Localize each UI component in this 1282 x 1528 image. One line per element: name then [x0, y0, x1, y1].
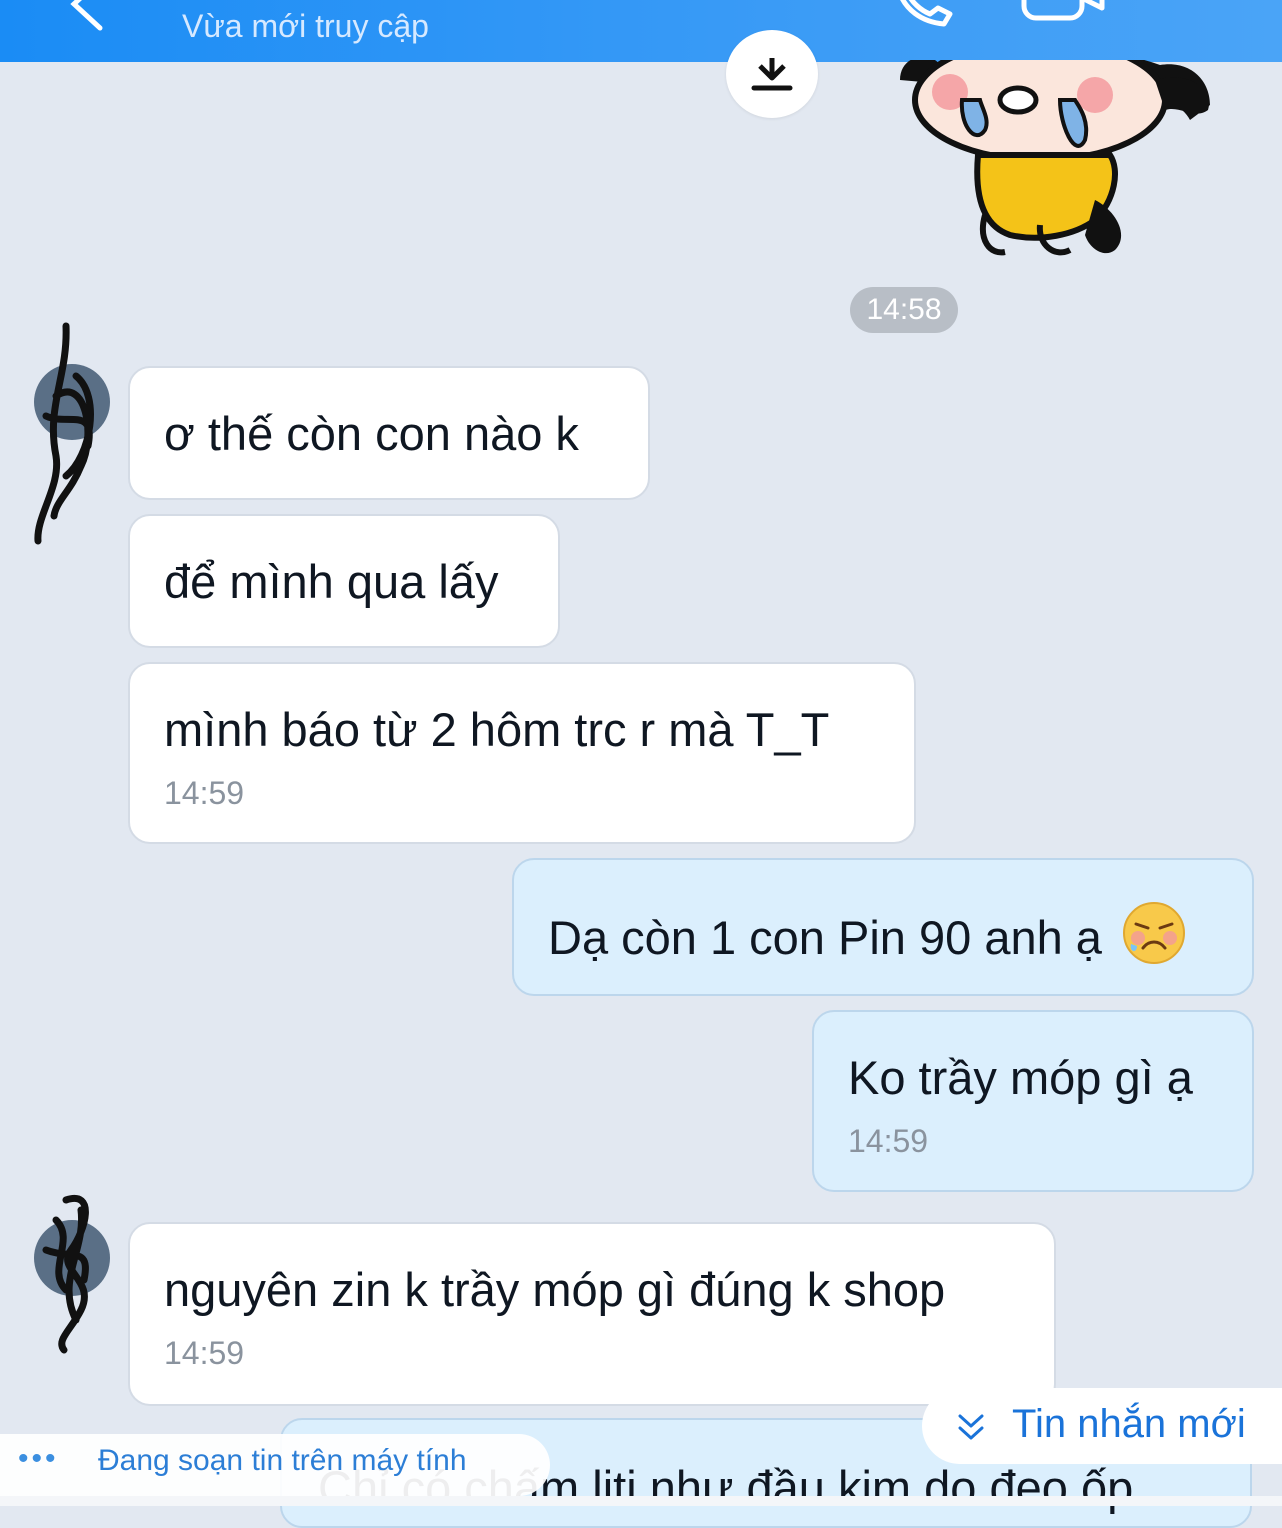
scribble-redaction [42, 1194, 89, 1354]
timestamp-divider: 14:58 [850, 287, 958, 333]
crying-sticker[interactable] [890, 60, 1220, 270]
menu-icon[interactable] [1160, 0, 1240, 24]
typing-indicator: ••• Đang soạn tin trên máy tính [0, 1434, 550, 1496]
sad-face-emoji-icon [1123, 902, 1186, 964]
new-messages-label: Tin nhắn mới [1012, 1402, 1246, 1446]
message-text-content: Dạ còn 1 con Pin 90 anh ạ [548, 911, 1102, 964]
download-icon [751, 58, 793, 91]
message-text: nguyên zin k trầy móp gì đúng k shop [164, 1263, 946, 1316]
video-call-icon[interactable] [1018, 0, 1108, 24]
typing-label: Đang soạn tin trên máy tính [98, 1444, 467, 1477]
chat-header: Vừa mới truy cập [0, 0, 1282, 62]
scribble-redaction [34, 322, 94, 545]
message-bubble[interactable]: để mình qua lấy [128, 514, 560, 648]
message-text: ơ thế còn con nào k [164, 407, 579, 460]
message-time: 14:59 [164, 775, 245, 811]
new-messages-button[interactable]: Tin nhắn mới [922, 1388, 1282, 1464]
typing-dots-icon: ••• [18, 1442, 59, 1475]
message-bubble[interactable]: ơ thế còn con nào k [128, 366, 650, 500]
contact-status: Vừa mới truy cập [182, 8, 429, 44]
message-bubble[interactable]: Ko trầy móp gì ạ 14:59 [812, 1010, 1254, 1192]
double-chevron-down-icon [958, 1414, 984, 1440]
message-time: 14:59 [164, 1335, 245, 1371]
back-arrow-icon[interactable] [60, 0, 120, 40]
bottom-edge [0, 1496, 1282, 1506]
download-button[interactable] [726, 30, 818, 118]
message-text: để mình qua lấy [164, 555, 499, 608]
avatar[interactable] [34, 1194, 110, 1354]
avatar[interactable] [34, 322, 110, 545]
message-bubble[interactable]: mình báo từ 2 hôm trc r mà T_T 14:59 [128, 662, 916, 844]
message-text: Ko trầy móp gì ạ [848, 1051, 1193, 1104]
message-text: Dạ còn 1 con Pin 90 anh ạ [548, 860, 1218, 966]
message-time: 14:59 [848, 1123, 929, 1159]
phone-call-icon[interactable] [890, 0, 960, 28]
message-bubble[interactable]: Dạ còn 1 con Pin 90 anh ạ [512, 858, 1254, 996]
message-text: mình báo từ 2 hôm trc r mà T_T [164, 703, 830, 756]
message-bubble[interactable]: nguyên zin k trầy móp gì đúng k shop 14:… [128, 1222, 1056, 1406]
